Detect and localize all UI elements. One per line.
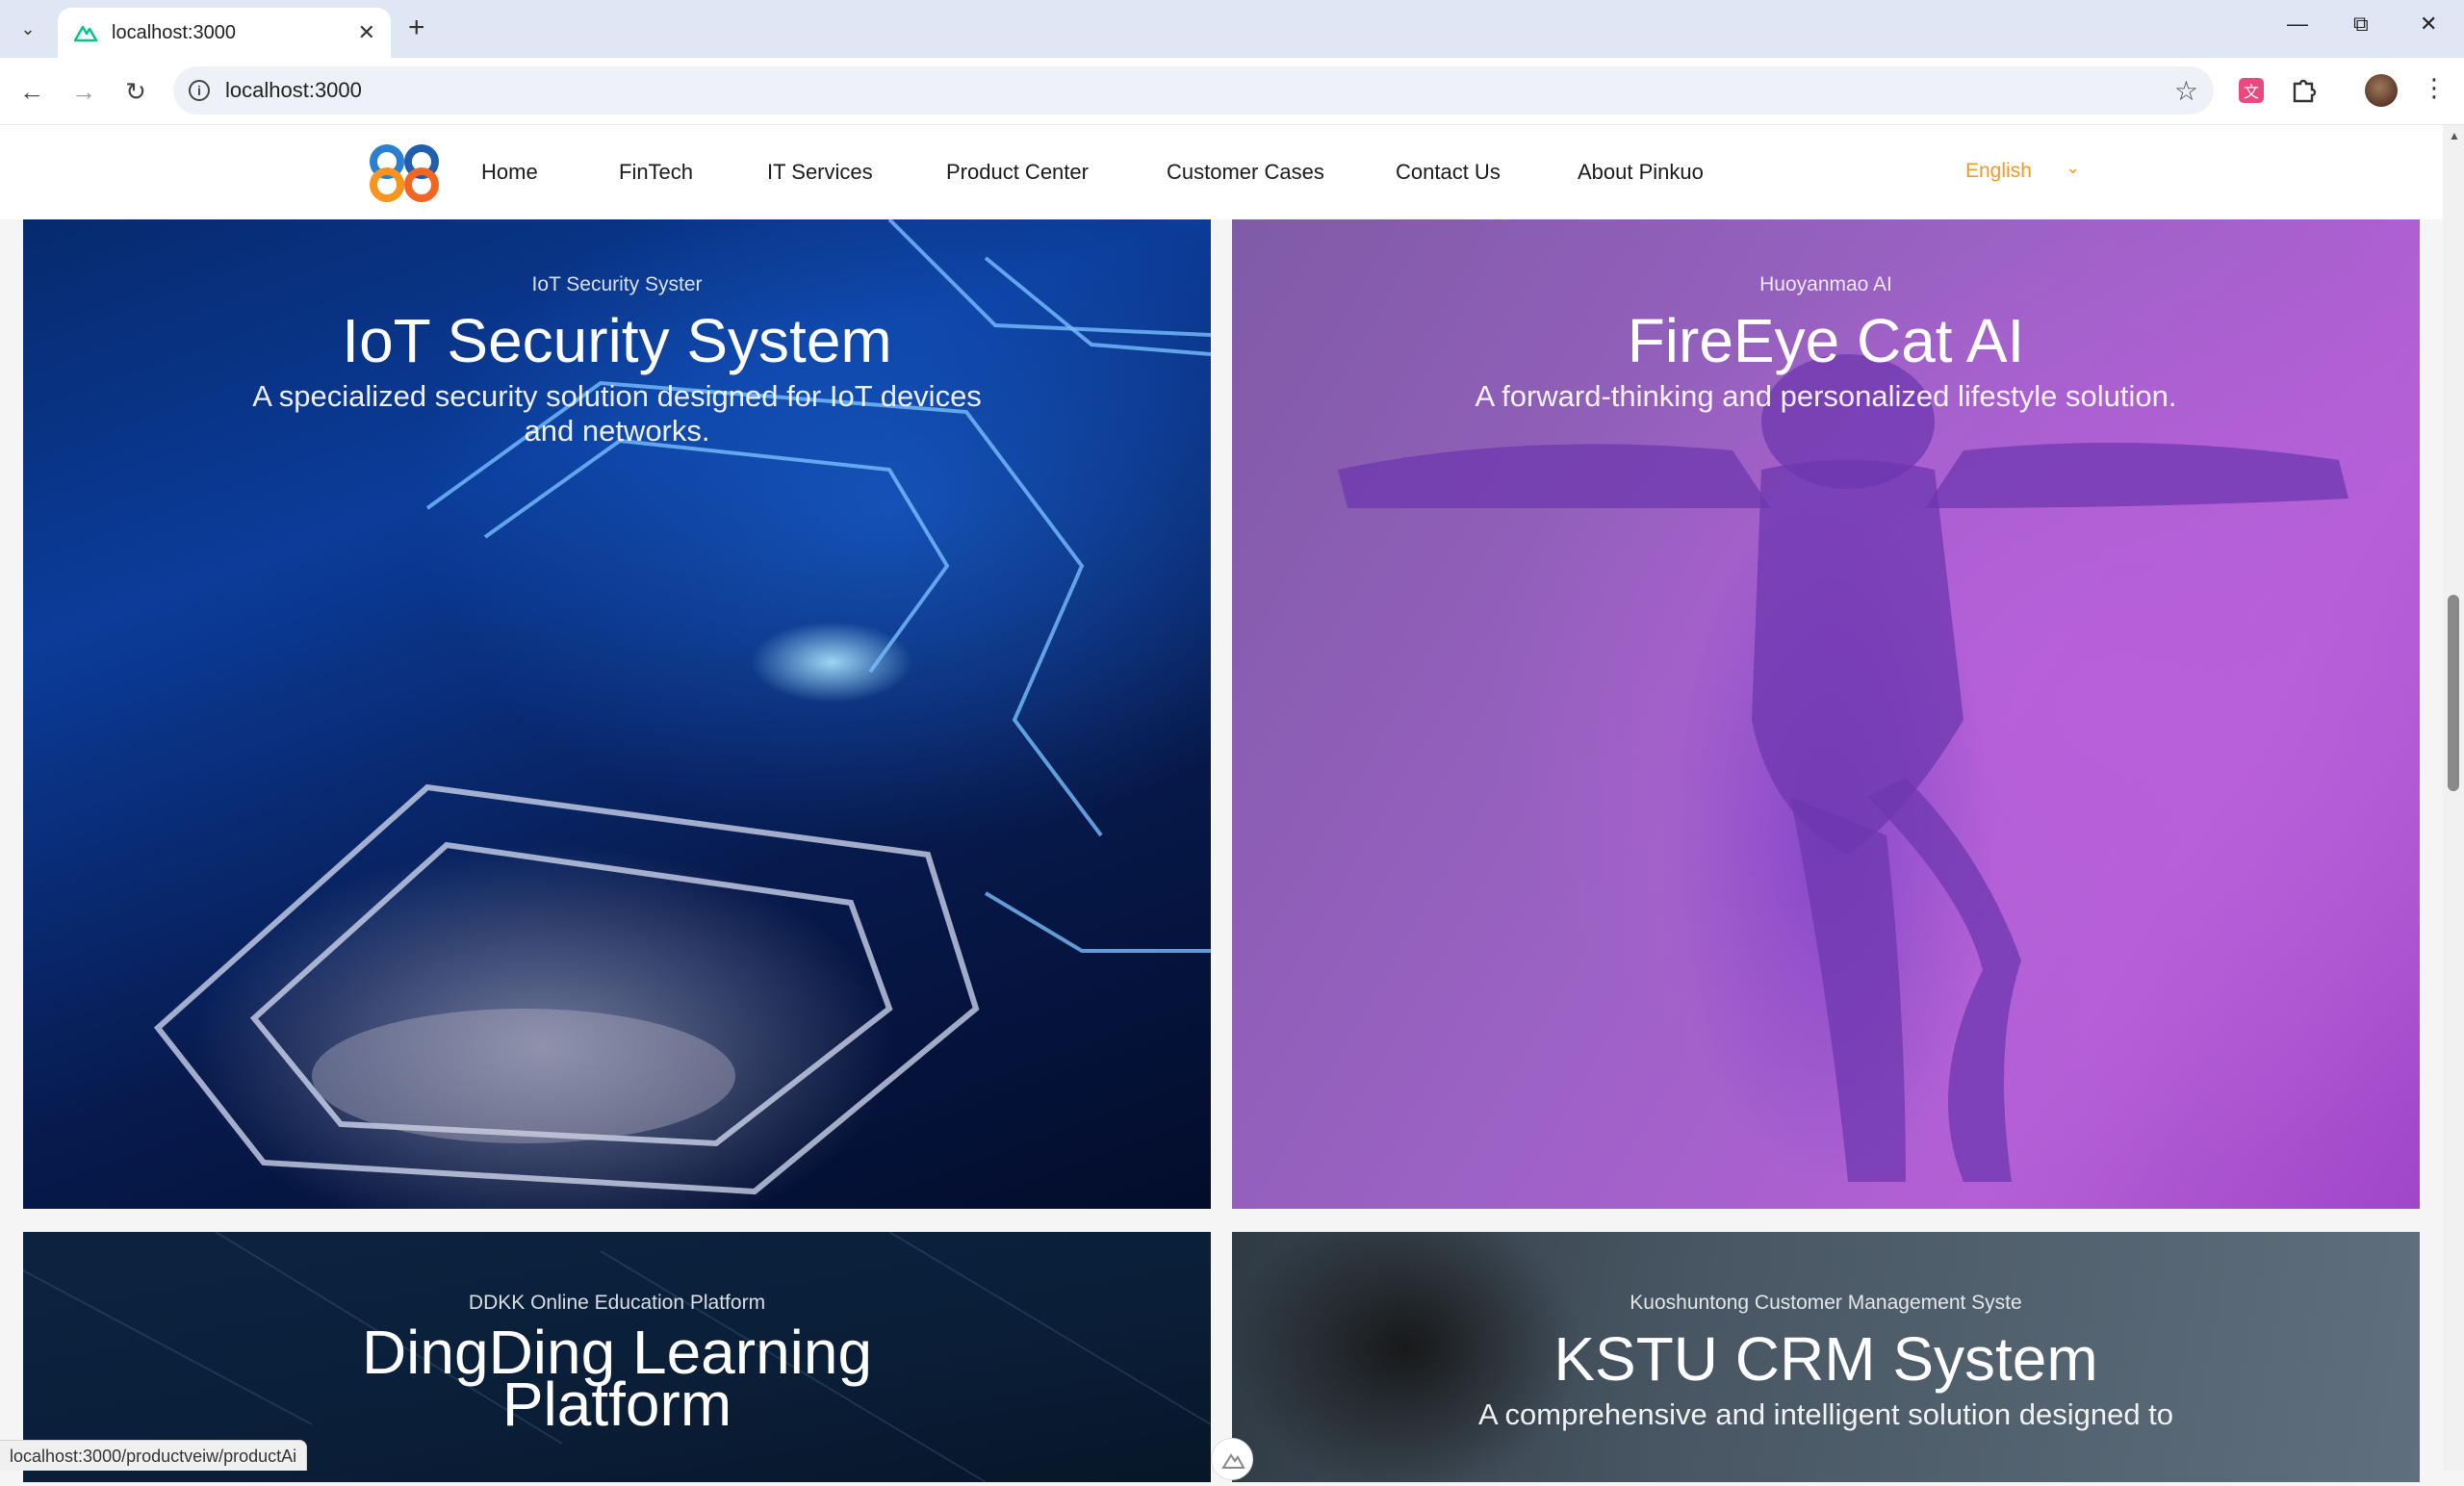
card-description: A forward-thinking and personalized life… [1475, 379, 2177, 413]
browser-tab-strip: ⌄ localhost:3000 ✕ + — ⧉ ✕ [0, 0, 2464, 58]
nav-fintech[interactable]: FinTech [619, 160, 767, 185]
nav-home[interactable]: Home [481, 160, 619, 185]
card-text: Kuoshuntong Customer Management Syste KS… [1232, 1292, 2420, 1432]
card-text: DDKK Online Education Platform DingDing … [23, 1292, 1211, 1439]
language-select[interactable]: English [1965, 160, 2032, 183]
site-info-icon[interactable]: i [189, 80, 210, 101]
scrollbar-thumb[interactable] [2448, 595, 2459, 791]
minimize-icon[interactable]: — [2287, 12, 2308, 37]
bookmark-star-icon[interactable]: ☆ [2174, 75, 2198, 107]
profile-avatar[interactable] [2365, 74, 2398, 107]
card-title: FireEye Cat AI [1627, 306, 2025, 375]
scroll-up-arrow-icon[interactable]: ▲ [2449, 129, 2460, 142]
card-description: A specialized security solution designed… [252, 379, 982, 448]
card-subtitle: Kuoshuntong Customer Management Syste [1630, 1292, 2022, 1314]
tab-title: localhost:3000 [112, 21, 236, 43]
card-title: DingDing Learning Platform [361, 1318, 873, 1439]
card-title: KSTU CRM System [1553, 1324, 2098, 1394]
extensions-puzzle-icon[interactable] [2287, 74, 2320, 107]
nav-product-center[interactable]: Product Center [946, 160, 1167, 185]
chevron-down-icon: ⌄ [20, 18, 36, 38]
card-subtitle: DDKK Online Education Platform [468, 1292, 766, 1314]
card-text: IoT Security Syster IoT Security System … [23, 273, 1211, 448]
forward-icon[interactable]: → [67, 77, 100, 107]
main-nav: Home FinTech IT Services Product Center … [481, 125, 1704, 219]
close-tab-icon[interactable]: ✕ [358, 20, 375, 45]
nav-it-services[interactable]: IT Services [767, 160, 946, 185]
nuxt-favicon-icon [73, 25, 98, 42]
product-card-iot[interactable]: IoT Security Syster IoT Security System … [23, 219, 1211, 1209]
chevron-down-icon[interactable]: ⌄ [2066, 158, 2080, 178]
site-header: Home FinTech IT Services Product Center … [0, 125, 2443, 219]
address-bar[interactable]: i localhost:3000 ☆ [173, 66, 2214, 115]
nuxt-devtools-button[interactable] [1211, 1438, 1253, 1480]
back-icon[interactable]: ← [15, 77, 48, 107]
address-url[interactable]: localhost:3000 [225, 78, 2174, 103]
new-tab-button[interactable]: + [408, 13, 425, 42]
page-scrollbar[interactable] [2443, 125, 2464, 1471]
product-card-kstu[interactable]: Kuoshuntong Customer Management Syste KS… [1232, 1232, 2420, 1482]
nav-customer-cases[interactable]: Customer Cases [1167, 160, 1396, 185]
link-status-bar: localhost:3000/productveiw/productAi [0, 1440, 308, 1471]
nav-about-pinkuo[interactable]: About Pinkuo [1578, 160, 1704, 185]
nav-contact-us[interactable]: Contact Us [1396, 160, 1578, 185]
card-description: A comprehensive and intelligent solution… [1477, 1397, 2174, 1431]
tab-search-button[interactable]: ⌄ [12, 13, 44, 44]
pinkuo-logo[interactable] [364, 141, 445, 204]
reload-icon[interactable]: ↻ [119, 77, 152, 107]
browser-toolbar: ← → ↻ i localhost:3000 ☆ 文 ⋮ [0, 58, 2464, 125]
browser-tab[interactable]: localhost:3000 ✕ [58, 8, 391, 58]
browser-menu-icon[interactable]: ⋮ [2422, 73, 2447, 103]
svg-text:文: 文 [2244, 83, 2259, 101]
card-title: IoT Security System [342, 306, 892, 375]
product-card-fireeye[interactable]: Huoyanmao AI FireEye Cat AI A forward-th… [1232, 219, 2420, 1209]
restore-icon[interactable]: ⧉ [2353, 12, 2369, 37]
card-text: Huoyanmao AI FireEye Cat AI A forward-th… [1232, 273, 2420, 414]
close-window-icon[interactable]: ✕ [2420, 12, 2437, 37]
translate-extension-icon[interactable]: 文 [2235, 74, 2268, 107]
nuxt-icon [1221, 1453, 1245, 1469]
card-subtitle: Huoyanmao AI [1759, 273, 1892, 295]
card-subtitle: IoT Security Syster [531, 273, 703, 295]
